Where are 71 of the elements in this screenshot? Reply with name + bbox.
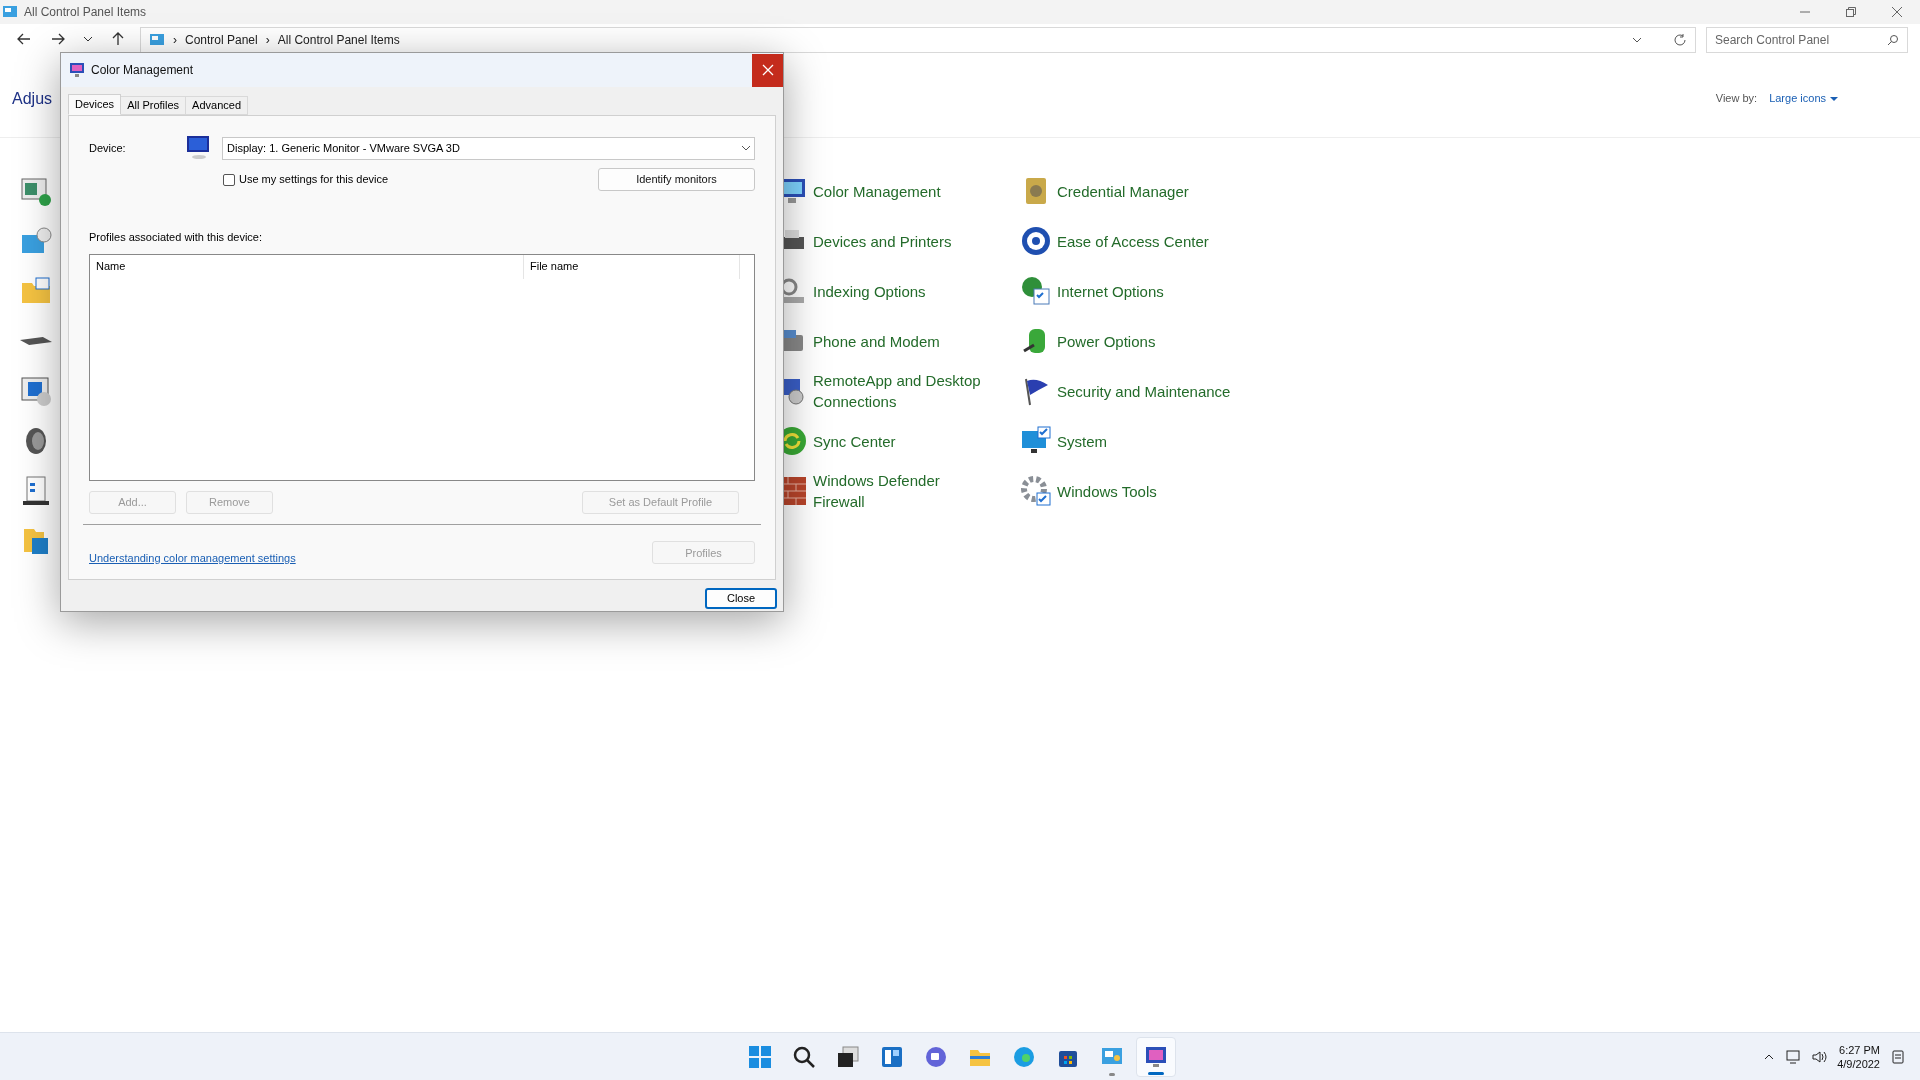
- help-link[interactable]: Understanding color management settings: [89, 549, 296, 566]
- control-panel-link[interactable]: Devices and Printers: [813, 230, 985, 252]
- browser-icon: [1012, 1045, 1036, 1069]
- globe-icon: [1020, 275, 1052, 307]
- refresh-icon[interactable]: [1673, 33, 1687, 47]
- breadcrumb-separator: ›: [265, 32, 270, 49]
- close-icon: [1892, 7, 1902, 17]
- taskbar-app-button[interactable]: [1136, 1037, 1176, 1077]
- control-panel-icon: [149, 32, 165, 48]
- control-panel-link[interactable]: Windows Defender Firewall: [813, 470, 985, 512]
- identify-monitors-button[interactable]: Identify monitors: [598, 168, 755, 191]
- column-header[interactable]: Name: [90, 254, 524, 279]
- caret-icon: [1830, 96, 1838, 101]
- search-icon: [792, 1045, 816, 1069]
- control-panel-link[interactable]: Credential Manager: [1057, 180, 1287, 202]
- control-panel-link[interactable]: Power Options: [1057, 330, 1287, 352]
- window-disc-icon: [20, 375, 52, 407]
- gear-icon: [1020, 475, 1052, 507]
- close-icon: [761, 64, 774, 76]
- device-dropdown[interactable]: Display: 1. Generic Monitor - VMware SVGA 3D: [222, 136, 755, 160]
- checklist-icon: [20, 475, 52, 507]
- forward-arrow-icon: [50, 31, 66, 47]
- close-dialog-button[interactable]: Close: [705, 588, 777, 609]
- window-play-icon: [20, 175, 52, 207]
- minimize-icon: [1800, 11, 1810, 13]
- network-icon[interactable]: [1785, 1048, 1802, 1065]
- profiles-label: Profiles associated with this device:: [89, 230, 264, 245]
- tab[interactable]: Devices: [68, 94, 122, 115]
- volume-icon[interactable]: [1811, 1048, 1828, 1065]
- control-panel-link[interactable]: Sync Center: [813, 430, 985, 452]
- control-panel-link[interactable]: Color Management: [813, 180, 985, 202]
- window-title: All Control Panel Items: [24, 4, 147, 21]
- use-my-settings-checkbox[interactable]: Use my settings for this device: [223, 171, 389, 188]
- chat-icon: [924, 1045, 948, 1069]
- control-panel-link[interactable]: RemoteApp and Desktop Connections: [813, 370, 985, 412]
- search-icon: [1887, 34, 1899, 46]
- breadcrumb-item[interactable]: All Control Panel Items: [277, 31, 400, 49]
- view-by-dropdown[interactable]: Large icons: [1769, 90, 1838, 107]
- control-panel-link[interactable]: Phone and Modem: [813, 330, 985, 352]
- breadcrumb-item[interactable]: Control Panel: [185, 31, 258, 49]
- control-panel-link[interactable]: Security and Maintenance: [1057, 380, 1287, 402]
- task-view-icon: [836, 1045, 860, 1069]
- up-arrow-icon: [110, 31, 126, 47]
- close-button[interactable]: [752, 53, 783, 87]
- accessibility-icon: [1020, 225, 1052, 257]
- view-by-label: View by:: [1715, 91, 1758, 107]
- dialog-title: Color Management: [91, 62, 194, 79]
- control-panel-link[interactable]: Ease of Access Center: [1057, 230, 1287, 252]
- keyboard-icon: [20, 337, 52, 345]
- monitor-icon: [1144, 1045, 1168, 1069]
- tab[interactable]: All Profiles: [121, 96, 187, 115]
- windows-logo-icon: [748, 1045, 772, 1069]
- restore-icon: [1846, 7, 1856, 17]
- page-heading: Adjus: [12, 88, 53, 109]
- search-input[interactable]: Search Control Panel: [1715, 31, 1887, 49]
- widgets-icon: [880, 1045, 904, 1069]
- breadcrumb-separator: ›: [173, 32, 177, 49]
- device-label: Device:: [89, 140, 127, 156]
- control-panel-link[interactable]: Windows Tools: [1057, 480, 1287, 502]
- monitor-icon: [69, 62, 85, 78]
- control-panel-link[interactable]: Internet Options: [1057, 280, 1287, 302]
- control-panel-link[interactable]: Indexing Options: [813, 280, 985, 302]
- notification-icon[interactable]: [1890, 1048, 1906, 1065]
- search-field[interactable]: Search Control Panel: [1706, 27, 1908, 53]
- chevron-down-icon: [84, 37, 92, 41]
- column-header[interactable]: File name: [524, 254, 740, 279]
- back-arrow-icon: [16, 31, 32, 47]
- clock[interactable]: 6:27 PM 4/9/2022: [1837, 1042, 1880, 1071]
- control-panel-link[interactable]: System: [1057, 430, 1287, 452]
- tab[interactable]: Advanced: [186, 96, 249, 115]
- chevron-down-icon: [742, 146, 750, 150]
